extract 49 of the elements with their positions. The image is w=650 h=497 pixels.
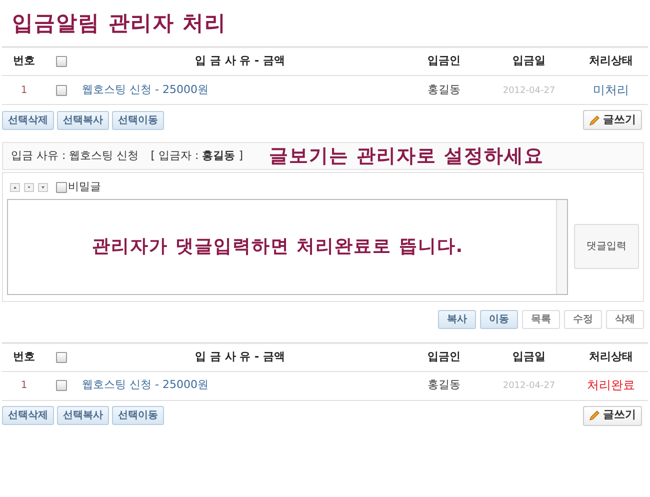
action-button[interactable]: 선택복사 [57, 406, 109, 425]
action-button[interactable]: 목록 [522, 310, 560, 328]
status-label: 미처리 [593, 82, 629, 97]
post-link[interactable]: 웹호스팅 신청 - 25000원 [82, 378, 208, 392]
checkbox-label: 비밀글 [68, 179, 101, 195]
page-title: 입금알림 관리자 처리 [11, 10, 228, 37]
table-cell: 2012-04-27 [502, 381, 556, 392]
action-button[interactable]: 선택이동 [112, 406, 164, 425]
action-button[interactable]: 복사 [438, 310, 476, 328]
comment-textarea[interactable]: 관리자가 댓글입력하면 처리완료로 뜹니다. [7, 198, 568, 294]
column-header: 입금일 [512, 54, 546, 68]
table-cell: 홍길동 [428, 82, 460, 96]
column-header: 처리상태 [589, 350, 633, 363]
column-header: 입 금 사 유 - 금액 [195, 54, 285, 68]
action-button[interactable]: 이동 [480, 310, 518, 328]
action-button[interactable]: 선택이동 [112, 110, 164, 130]
pencil-icon [589, 114, 600, 126]
notice-text: 글보기는 관리자로 설정하세요 [269, 144, 544, 169]
column-header: 처리상태 [589, 54, 633, 68]
action-button[interactable]: 삭제 [606, 310, 644, 328]
action-button[interactable]: 수정 [564, 310, 602, 328]
pencil-icon [589, 410, 600, 421]
table-cell: 1 [20, 380, 28, 392]
comment-notice: 관리자가 댓글입력하면 처리완료로 뜹니다. [92, 235, 464, 259]
depositor-text: [ 입금자 : 홍길동 ] [150, 148, 243, 164]
checkbox[interactable] [56, 182, 67, 193]
column-header: 입 금 사 유 - 금액 [195, 350, 285, 363]
table-cell: 2012-04-27 [502, 86, 556, 96]
write-button[interactable]: 글쓰기 [583, 406, 642, 426]
action-button[interactable]: 선택삭제 [2, 110, 54, 130]
column-header: 입금일 [512, 350, 546, 363]
column-header: 입금인 [428, 54, 460, 68]
submit-button[interactable]: 댓글입력 [574, 224, 639, 269]
column-header: 번호 [13, 54, 35, 68]
square-icon[interactable] [24, 182, 34, 192]
action-button[interactable]: 선택복사 [57, 110, 109, 130]
write-button[interactable]: 글쓰기 [583, 110, 642, 130]
table-cell: 홍길동 [428, 378, 460, 392]
post-link[interactable]: 웹호스팅 신청 - 25000원 [82, 82, 208, 96]
checkbox[interactable] [56, 84, 66, 96]
checkbox[interactable] [56, 352, 66, 362]
checkbox[interactable] [56, 56, 66, 67]
status-label: 처리완료 [587, 378, 635, 392]
column-header: 번호 [13, 350, 35, 363]
action-button[interactable]: 선택삭제 [2, 406, 54, 425]
table-cell: 1 [20, 84, 28, 96]
checkbox[interactable] [56, 380, 66, 391]
column-header: 입금인 [428, 350, 460, 363]
info-text: 입금 사유 : 웹호스팅 신청 [11, 148, 139, 164]
